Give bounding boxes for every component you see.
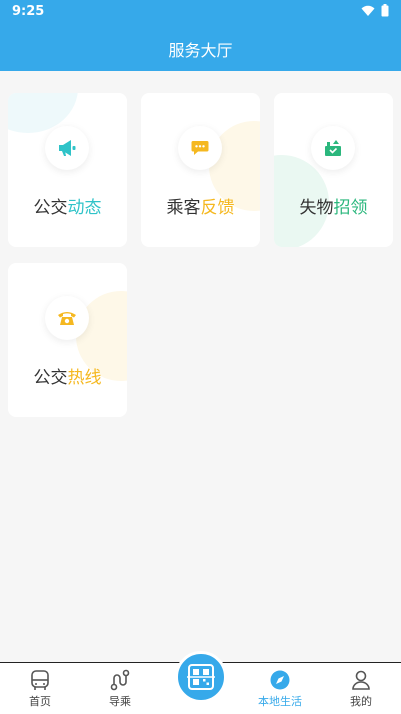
card-label: 乘客反馈 bbox=[141, 193, 260, 218]
bus-icon bbox=[31, 670, 49, 690]
compass-icon bbox=[270, 670, 290, 690]
telephone-icon bbox=[58, 312, 76, 325]
card-lost-and-found[interactable]: 失物招领 bbox=[274, 93, 393, 247]
user-icon bbox=[352, 670, 370, 690]
card-label-prefix: 公交 bbox=[33, 368, 68, 388]
card-passenger-feedback[interactable]: 乘客反馈 bbox=[141, 93, 260, 247]
app-header: 9:25 服务大厅 bbox=[0, 0, 401, 71]
nav-label: 导乘 bbox=[109, 695, 131, 708]
card-label-accent: 动态 bbox=[67, 198, 102, 218]
nav-item-mine[interactable]: 我的 bbox=[331, 669, 391, 709]
wifi-icon bbox=[361, 5, 375, 16]
card-label-accent: 反馈 bbox=[200, 198, 235, 218]
nav-item-guide[interactable]: 导乘 bbox=[90, 669, 150, 709]
nav-label: 我的 bbox=[350, 695, 372, 708]
card-bus-updates[interactable]: 公交动态 bbox=[8, 93, 127, 247]
card-label-accent: 招领 bbox=[333, 198, 368, 218]
nav-label: 本地生活 bbox=[258, 695, 302, 708]
icon-circle bbox=[45, 126, 89, 170]
card-label: 失物招领 bbox=[274, 193, 393, 218]
card-label-prefix: 失物 bbox=[299, 198, 334, 218]
lost-found-box-icon bbox=[325, 140, 341, 156]
scan-code-button[interactable] bbox=[175, 651, 227, 703]
card-label-prefix: 公交 bbox=[33, 198, 68, 218]
card-label: 公交热线 bbox=[8, 363, 127, 388]
icon-circle bbox=[45, 296, 89, 340]
nav-item-home[interactable]: 首页 bbox=[10, 669, 70, 709]
icon-circle bbox=[178, 126, 222, 170]
icon-circle bbox=[311, 126, 355, 170]
route-icon bbox=[110, 669, 130, 691]
nav-item-local-life[interactable]: 本地生活 bbox=[250, 669, 310, 709]
battery-icon bbox=[381, 4, 389, 17]
status-icons bbox=[361, 4, 389, 17]
chat-bubble-icon bbox=[191, 141, 209, 155]
card-bus-hotline[interactable]: 公交热线 bbox=[8, 263, 127, 417]
page-title: 服务大厅 bbox=[168, 41, 233, 60]
megaphone-icon bbox=[59, 140, 76, 156]
card-label-prefix: 乘客 bbox=[166, 198, 201, 218]
card-label-accent: 热线 bbox=[67, 368, 102, 388]
status-time: 9:25 bbox=[12, 4, 45, 19]
qr-code-icon bbox=[187, 664, 215, 690]
nav-label: 首页 bbox=[29, 695, 51, 708]
card-label: 公交动态 bbox=[8, 193, 127, 218]
